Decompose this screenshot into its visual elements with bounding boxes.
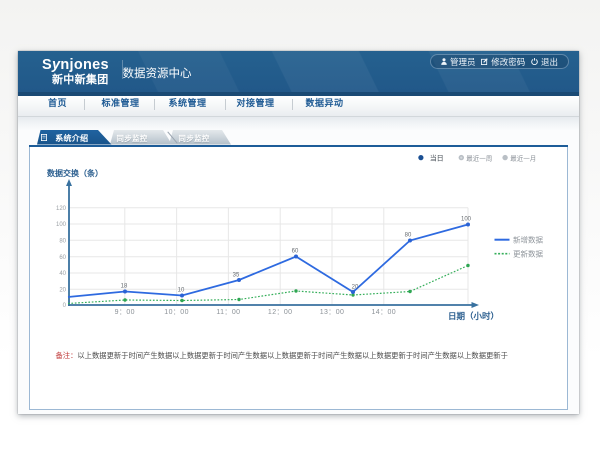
- svg-text:13：00: 13：00: [320, 309, 345, 316]
- svg-text:40: 40: [59, 271, 66, 277]
- svg-text:11：00: 11：00: [216, 309, 240, 316]
- svg-text:最近一周: 最近一周: [466, 153, 492, 162]
- svg-text:100: 100: [461, 217, 472, 223]
- svg-text:9：00: 9：00: [115, 309, 135, 316]
- svg-text:日期（小时）: 日期（小时）: [448, 311, 499, 321]
- svg-text:数据交换（条）: 数据交换（条）: [47, 168, 103, 178]
- svg-text:10: 10: [178, 288, 185, 294]
- svg-text:80: 80: [59, 238, 66, 244]
- svg-text:80: 80: [405, 233, 412, 239]
- svg-text:20: 20: [59, 287, 66, 293]
- svg-text:14：00: 14：00: [372, 309, 397, 316]
- svg-text:最近一月: 最近一月: [510, 153, 536, 162]
- svg-text:12：00: 12：00: [268, 309, 293, 316]
- svg-text:60: 60: [292, 249, 299, 255]
- svg-text:20: 20: [352, 285, 359, 291]
- svg-text:100: 100: [56, 222, 67, 228]
- svg-text:更新数据: 更新数据: [513, 249, 543, 259]
- svg-text:新增数据: 新增数据: [513, 235, 543, 245]
- svg-text:120: 120: [56, 206, 67, 212]
- svg-text:当日: 当日: [430, 153, 444, 162]
- svg-text:35: 35: [233, 273, 240, 279]
- svg-text:0: 0: [63, 303, 67, 309]
- svg-text:10：00: 10：00: [164, 309, 189, 316]
- svg-text:18: 18: [121, 284, 128, 290]
- svg-text:60: 60: [59, 255, 66, 261]
